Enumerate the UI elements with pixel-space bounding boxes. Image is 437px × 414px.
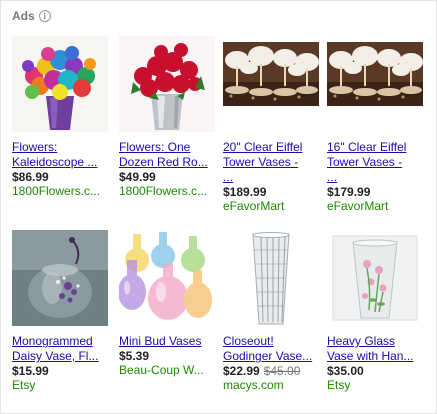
shopping-ads-panel: Ads i Flowers: Kaleidoscope ... $86.99 1…	[0, 0, 437, 414]
product-price: $22.99 $45.00	[223, 364, 319, 378]
product-card[interactable]: Flowers: One Dozen Red Ro... $49.99 1800…	[119, 36, 215, 198]
product-title-link[interactable]: Monogrammed Daisy Vase, Fl...	[12, 334, 108, 364]
product-price: $35.00	[327, 364, 364, 378]
product-image[interactable]	[223, 42, 319, 106]
product-title-link[interactable]: Heavy Glass Vase with Han...	[327, 334, 423, 364]
product-price: $179.99	[327, 185, 371, 199]
ads-label: Ads	[12, 9, 35, 23]
product-title-link[interactable]: Flowers: One Dozen Red Ro...	[119, 140, 215, 170]
product-price: $189.99	[223, 185, 267, 199]
ads-header: Ads i	[12, 9, 51, 23]
original-price: $45.00	[263, 364, 301, 378]
product-card[interactable]: Monogrammed Daisy Vase, Fl... $15.99 Ets…	[12, 230, 108, 392]
product-image[interactable]	[119, 36, 215, 132]
product-image[interactable]	[119, 230, 215, 326]
product-price: $86.99	[12, 170, 49, 184]
product-price: $49.99	[119, 170, 156, 184]
product-price: $15.99	[12, 364, 49, 378]
product-image[interactable]	[327, 42, 423, 106]
product-image[interactable]	[327, 230, 423, 326]
merchant-name[interactable]: 1800Flowers.c...	[12, 184, 108, 198]
current-price: $22.99	[223, 364, 260, 378]
product-card[interactable]: Closeout! Godinger Vase... $22.99 $45.00 …	[223, 230, 319, 392]
merchant-name[interactable]: 1800Flowers.c...	[119, 184, 215, 198]
product-title-link[interactable]: Flowers: Kaleidoscope ...	[12, 140, 108, 170]
product-image[interactable]	[12, 36, 108, 132]
product-price: $5.39	[119, 349, 150, 363]
merchant-name[interactable]: eFavorMart	[327, 199, 423, 213]
product-card[interactable]: Mini Bud Vases $5.39 Beau-Coup W...	[119, 230, 215, 377]
product-card[interactable]: Heavy Glass Vase with Han... $35.00 Etsy	[327, 230, 423, 392]
merchant-name[interactable]: Etsy	[327, 378, 423, 392]
product-title-link[interactable]: 20" Clear Eiffel Tower Vases - ...	[223, 140, 319, 185]
product-title-link[interactable]: 16" Clear Eiffel Tower Vases - ...	[327, 140, 423, 185]
info-icon[interactable]: i	[38, 10, 51, 22]
merchant-name[interactable]: Beau-Coup W...	[119, 363, 215, 377]
product-image[interactable]	[223, 230, 319, 326]
merchant-name[interactable]: eFavorMart	[223, 199, 319, 213]
product-card[interactable]: 20" Clear Eiffel Tower Vases - ... $189.…	[223, 36, 319, 213]
product-card[interactable]: 16" Clear Eiffel Tower Vases - ... $179.…	[327, 36, 423, 213]
merchant-name[interactable]: macys.com	[223, 378, 319, 392]
product-title-link[interactable]: Closeout! Godinger Vase...	[223, 334, 319, 364]
product-image[interactable]	[12, 230, 108, 326]
product-card[interactable]: Flowers: Kaleidoscope ... $86.99 1800Flo…	[12, 36, 108, 198]
merchant-name[interactable]: Etsy	[12, 378, 108, 392]
